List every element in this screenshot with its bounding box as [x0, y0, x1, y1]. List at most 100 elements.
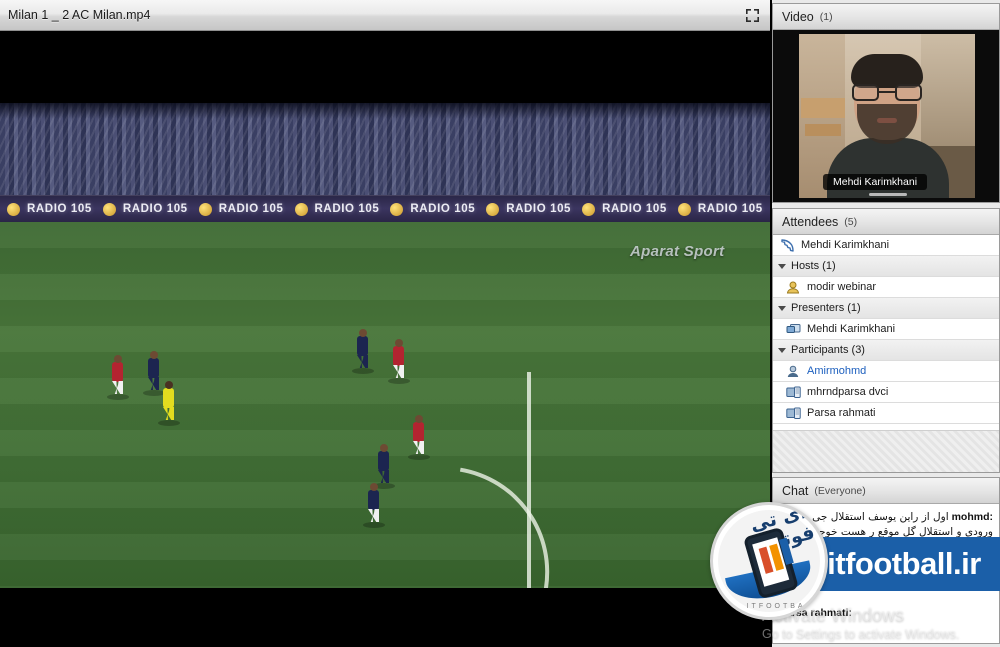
led-ad-text: RADIO 105 [410, 203, 476, 215]
host-icon [785, 280, 801, 295]
player-torso [112, 362, 123, 382]
led-ad: RADIO 105 [767, 203, 770, 216]
led-dot-icon [582, 202, 596, 216]
attendee-row-participant-2[interactable]: mhrndparsa dvci [773, 382, 999, 403]
player-head [380, 444, 388, 452]
webcam-tile[interactable]: Mehdi Karimkhani [799, 34, 975, 198]
attendees-list[interactable]: Mehdi Karimkhani Hosts (1) modir webinar… [773, 235, 999, 472]
fullscreen-icon[interactable] [742, 6, 762, 24]
attendee-group-participants[interactable]: Participants (3) [773, 340, 999, 361]
led-ad: RADIO 105 [96, 202, 192, 216]
player-title: Milan 1 _ 2 AC Milan.mp4 [8, 8, 151, 22]
player-torso [378, 451, 389, 471]
attendee-name: Mehdi Karimkhani [801, 239, 890, 251]
led-ad-text: RADIO 105 [697, 203, 763, 215]
video-pod-header[interactable]: Video (1) [773, 4, 999, 30]
player-legs [413, 441, 424, 454]
video-player-window: Milan 1 _ 2 AC Milan.mp4 RADIO 105 RADIO… [0, 0, 770, 647]
attendee-group-hosts[interactable]: Hosts (1) [773, 256, 999, 277]
player-head [415, 415, 423, 423]
video-pod: Video (1) Mehdi Karimkhani [772, 3, 1000, 203]
led-ad: RADIO 105 [479, 202, 575, 216]
led-advertising-band: RADIO 105 RADIO 105 RADIO 105 RADIO 105 … [0, 195, 770, 222]
attendee-row-presenter[interactable]: Mehdi Karimkhani [773, 319, 999, 340]
participant-screen-icon [785, 385, 801, 400]
led-dot-icon [7, 202, 20, 216]
broadcaster-watermark: Aparat Sport [630, 243, 725, 260]
player-torso [357, 336, 368, 356]
chat-message-line-1: اول از راین یوسف استقلال جی هست [783, 511, 949, 523]
person-mouth [877, 118, 897, 123]
chat-pod: Chat (Everyone) mohmd: اول از راین یوسف … [772, 477, 1000, 644]
player-shadow [107, 394, 129, 400]
player-torso [393, 346, 404, 366]
led-dot-icon [102, 202, 116, 216]
player-torso [368, 490, 379, 510]
chevron-down-icon[interactable] [778, 347, 786, 353]
player-head [395, 339, 403, 347]
player-legs [393, 365, 404, 378]
led-ad-text: RADIO 105 [122, 203, 188, 215]
screen-root: Milan 1 _ 2 AC Milan.mp4 RADIO 105 RADIO… [0, 0, 1000, 647]
chevron-down-icon[interactable] [778, 263, 786, 269]
led-ad: RADIO 105 [192, 202, 288, 216]
chat-message-author: mohmd: [951, 511, 993, 523]
attendees-empty-area [773, 430, 999, 472]
chat-pod-header[interactable]: Chat (Everyone) [773, 478, 999, 504]
background-shelf [801, 98, 845, 118]
player-head [370, 483, 378, 491]
attendees-pod-header[interactable]: Attendees (5) [773, 209, 999, 235]
player-legs [357, 355, 368, 368]
attendee-group-label: Participants (3) [791, 344, 865, 356]
participant-icon [785, 364, 801, 379]
led-ad-text: RADIO 105 [506, 203, 572, 215]
player-head [114, 355, 122, 363]
attendee-name: Mehdi Karimkhani [807, 323, 896, 335]
webcam-name-label: Mehdi Karimkhani [823, 174, 928, 190]
chat-pod-title: Chat [782, 483, 809, 498]
attendee-row-self[interactable]: Mehdi Karimkhani [773, 235, 999, 256]
led-ad: RADIO 105 [671, 202, 767, 216]
player-torso [413, 422, 424, 442]
led-dot-icon [677, 202, 691, 216]
attendee-row-participant-3[interactable]: Parsa rahmati [773, 403, 999, 424]
player-head [359, 329, 367, 337]
player-head [150, 351, 158, 359]
player-shadow [143, 390, 165, 396]
player-legs [112, 381, 123, 394]
player-legs [148, 377, 159, 390]
led-ad-text: RADIO 105 [602, 203, 667, 215]
mic-level-indicator [869, 193, 907, 196]
attendees-pod: Attendees (5) Mehdi Karimkhani Hosts (1) [772, 208, 1000, 473]
video-frame: RADIO 105 RADIO 105 RADIO 105 RADIO 105 … [0, 103, 770, 588]
glasses-bridge [879, 91, 895, 93]
attendee-row-participant-1[interactable]: Amirmohmd [773, 361, 999, 382]
pitch-line-arc [288, 423, 592, 588]
presenter-icon [785, 322, 801, 337]
led-ad: RADIO 105 [575, 202, 671, 216]
glasses-icon [852, 84, 922, 102]
phone-icon [779, 238, 795, 253]
led-dot-icon [390, 202, 404, 216]
attendees-pod-count: (5) [844, 215, 858, 228]
attendee-row-host[interactable]: modir webinar [773, 277, 999, 298]
video-pod-count: (1) [819, 10, 833, 23]
stadium-stands [0, 103, 770, 195]
chat-message-line-2: ورودی و استقلال گل موقع ر هست خوجن [811, 526, 993, 538]
player-torso [148, 358, 159, 378]
chat-pod-scope: (Everyone) [814, 484, 866, 497]
chat-message-list[interactable]: mohmd: اول از راین یوسف استقلال جی هست و… [773, 504, 999, 643]
led-dot-icon [198, 202, 212, 216]
attendee-group-label: Presenters (1) [791, 302, 861, 314]
player-shadow [363, 522, 385, 528]
football-pitch [0, 222, 770, 588]
led-ad-text: RADIO 105 [27, 203, 92, 215]
attendee-name: mhrndparsa dvci [807, 386, 889, 398]
player-shadow [352, 368, 374, 374]
attendee-group-presenters[interactable]: Presenters (1) [773, 298, 999, 319]
video-letterbox[interactable]: RADIO 105 RADIO 105 RADIO 105 RADIO 105 … [0, 31, 770, 647]
person-hair [851, 54, 923, 88]
chevron-down-icon[interactable] [778, 305, 786, 311]
chat-message-author-2: Parsa rahmati: [779, 607, 852, 619]
led-ad-text: RADIO 105 [218, 203, 284, 215]
